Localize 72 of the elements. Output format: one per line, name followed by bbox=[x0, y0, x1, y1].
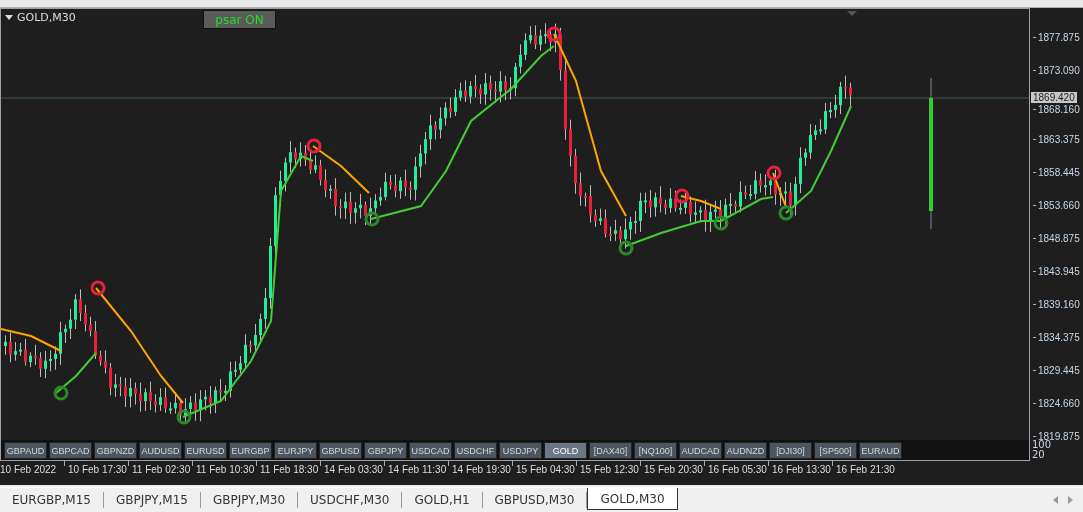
time-label: 14 Feb 03:30 bbox=[324, 464, 383, 475]
scroll-left-icon[interactable] bbox=[1053, 496, 1058, 504]
price-label: 1829.445 bbox=[1038, 365, 1080, 376]
chart-tab[interactable]: GBPJPY,M15 bbox=[103, 492, 201, 508]
reversal-marker bbox=[766, 165, 782, 181]
symbol-button[interactable]: GBPAUD bbox=[4, 442, 47, 459]
chart-tab[interactable]: GBPJPY,M30 bbox=[200, 492, 298, 508]
time-label: 15 Feb 04:30 bbox=[516, 464, 575, 475]
reversal-marker bbox=[90, 280, 106, 296]
chart-tab[interactable]: GOLD,H1 bbox=[402, 492, 483, 508]
symbol-button[interactable]: EURUSD bbox=[184, 442, 227, 459]
symbol-button[interactable]: AUDNZD bbox=[724, 442, 767, 459]
indicator-button[interactable]: psar ON bbox=[203, 10, 276, 29]
reversal-marker bbox=[778, 205, 794, 221]
symbol-button[interactable]: USDCAD bbox=[409, 442, 452, 459]
symbol-button[interactable]: EURAUD bbox=[859, 442, 902, 459]
shift-marker-icon[interactable] bbox=[847, 11, 857, 16]
price-label: 1853.660 bbox=[1038, 200, 1080, 211]
symbol-button[interactable]: USDCHF bbox=[454, 442, 497, 459]
current-price-label: 1869.420 bbox=[1031, 92, 1077, 103]
symbol-button[interactable]: GBPCAD bbox=[49, 442, 92, 459]
symbol-button[interactable]: EURJPY bbox=[274, 442, 317, 459]
reversal-marker bbox=[618, 240, 634, 256]
symbol-button[interactable]: USDJPY bbox=[499, 442, 542, 459]
time-label: 11 Feb 18:30 bbox=[260, 464, 319, 475]
reversal-marker bbox=[546, 26, 562, 42]
symbol-button[interactable]: [NQ100] bbox=[634, 442, 677, 459]
symbol-button[interactable]: [DJI30] bbox=[769, 442, 812, 459]
chart-tab[interactable]: USDCHF,M30 bbox=[298, 492, 403, 508]
price-label: 1868.160 bbox=[1038, 104, 1080, 115]
scroll-right-icon[interactable] bbox=[1068, 496, 1073, 504]
symbol-button[interactable]: GOLD bbox=[544, 442, 587, 459]
symbol-button[interactable]: EURGBP bbox=[229, 442, 272, 459]
time-label: 16 Feb 05:30 bbox=[708, 464, 767, 475]
collapse-icon[interactable] bbox=[5, 15, 13, 20]
time-label: 10 Feb 17:30 bbox=[68, 464, 127, 475]
price-label: 1873.090 bbox=[1038, 65, 1080, 76]
symbol-button[interactable]: AUDUSD bbox=[139, 442, 182, 459]
chart-title: GOLD,M30 bbox=[17, 11, 76, 24]
reversal-marker bbox=[364, 211, 380, 227]
time-label: 15 Feb 12:30 bbox=[580, 464, 639, 475]
price-label: 1839.160 bbox=[1038, 299, 1080, 310]
price-label: 1848.875 bbox=[1038, 233, 1080, 244]
symbol-button[interactable]: GBPNZD bbox=[94, 442, 137, 459]
chart-tab[interactable]: EURGBP,M15 bbox=[0, 492, 104, 508]
time-label: 14 Feb 11:30 bbox=[388, 464, 447, 475]
price-label: 1858.445 bbox=[1038, 167, 1080, 178]
price-label: 1877.875 bbox=[1038, 32, 1080, 43]
time-label: 16 Feb 13:30 bbox=[772, 464, 831, 475]
chart-tab[interactable]: GOLD,M30 bbox=[587, 488, 678, 510]
time-label: 11 Feb 10:30 bbox=[196, 464, 255, 475]
price-label: 1843.945 bbox=[1038, 266, 1080, 277]
level-label: 100 bbox=[1032, 440, 1052, 450]
symbol-button[interactable]: GBPJPY bbox=[364, 442, 407, 459]
time-label: 11 Feb 02:30 bbox=[132, 464, 191, 475]
price-label: 1824.660 bbox=[1038, 398, 1080, 409]
symbol-button[interactable]: [SP500] bbox=[814, 442, 857, 459]
symbol-button[interactable]: AUDCAD bbox=[679, 442, 722, 459]
level-label: 20 bbox=[1032, 450, 1046, 460]
reversal-marker bbox=[176, 409, 192, 425]
time-label: 15 Feb 20:30 bbox=[644, 464, 703, 475]
time-label: 14 Feb 19:30 bbox=[452, 464, 511, 475]
reversal-marker bbox=[674, 188, 690, 204]
time-label: 10 Feb 2022 bbox=[0, 464, 57, 475]
reversal-marker bbox=[53, 385, 69, 401]
price-label: 1834.375 bbox=[1038, 332, 1080, 343]
time-label: 16 Feb 21:30 bbox=[836, 464, 895, 475]
reversal-marker bbox=[713, 215, 729, 231]
price-label: 1863.375 bbox=[1038, 134, 1080, 145]
reversal-marker bbox=[306, 138, 322, 154]
symbol-button[interactable]: GBPUSD bbox=[319, 442, 362, 459]
symbol-button[interactable]: [DAX40] bbox=[589, 442, 632, 459]
